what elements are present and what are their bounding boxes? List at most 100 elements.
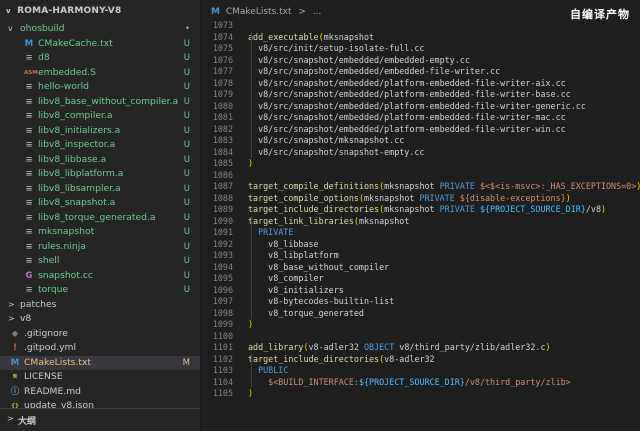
code-line[interactable]: 1099) xyxy=(201,319,640,331)
code-line[interactable]: 1089 target_include_directories(mksnapsho… xyxy=(201,204,640,216)
code-lines[interactable]: 1073 1074 add_executable(mksnapshot 1075 v8… xyxy=(201,20,640,400)
breadcrumb-separator: > xyxy=(298,7,306,17)
breadcrumb-rest[interactable]: ... xyxy=(313,7,322,17)
code-token: v8_libbase xyxy=(248,238,319,249)
code-text: target_compile_definitions(mksnapshot PR… xyxy=(248,181,640,193)
tree-item[interactable]: ≡ libv8_libplatform.a U xyxy=(0,167,200,182)
code-token: ${PROJECT_SOURCE_DIR} xyxy=(474,204,586,214)
tree-item[interactable]: ≡ libv8_initializers.a U xyxy=(0,124,200,139)
code-line[interactable]: 1081 v8/src/snapshot/embedded/platform-e… xyxy=(201,112,640,124)
tree-item[interactable]: ≡ libv8_libbase.a U xyxy=(0,153,200,168)
code-token: v8/src/snapshot/embedded/embedded-empty.… xyxy=(248,54,470,65)
tree-item[interactable]: ≡ torque U xyxy=(0,283,200,298)
git-status-badge: U xyxy=(183,96,190,107)
code-text: ) xyxy=(248,388,253,400)
code-line[interactable]: 1086 xyxy=(201,170,640,182)
code-token: target_compile_definitions xyxy=(248,181,380,191)
code-line[interactable]: 1100 xyxy=(201,331,640,343)
tree-item-label: CMakeLists.txt xyxy=(24,356,92,368)
code-line[interactable]: 1097 v8-bytecodes-builtin-list xyxy=(201,296,640,308)
tree-item[interactable]: ≡ mksnapshot U xyxy=(0,225,200,240)
explorer-sidebar: v ROMA-HARMONY-V8 v ohosbuild • M CMakeCache… xyxy=(0,0,201,431)
tree-item[interactable]: M CMakeLists.txt M xyxy=(0,355,200,370)
line-number: 1104 xyxy=(212,376,233,387)
tree-item[interactable]: ≡ libv8_torque_generated.a U xyxy=(0,211,200,226)
code-token: v8/src/snapshot/embedded/platform-embedd… xyxy=(248,100,586,111)
tree-item[interactable]: ≡ libv8_base_without_compiler.a U xyxy=(0,95,200,110)
code-token: v8_torque_generated xyxy=(248,307,364,318)
line-number: 1097 xyxy=(212,296,233,306)
code-line[interactable]: 1103 PUBLIC xyxy=(201,365,640,377)
code-line[interactable]: 1102 target_include_directories(v8-adler3… xyxy=(201,354,640,366)
code-line[interactable]: 1073 xyxy=(201,20,640,32)
line-number: 1099 xyxy=(212,319,233,329)
file-type-icon: ≡ xyxy=(25,169,33,179)
code-token: mksnapshot xyxy=(384,204,440,214)
code-line[interactable]: 1088 target_compile_options(mksnapshot PR… xyxy=(201,193,640,205)
code-line[interactable]: 1104 $<BUILD_INTERFACE:${PROJECT_SOURCE_… xyxy=(201,377,640,389)
code-token: ) xyxy=(248,319,254,329)
file-type-icon: ⓘ xyxy=(10,386,20,397)
tree-item-label: CMakeCache.txt xyxy=(38,37,113,49)
outline-section[interactable]: > 大纲 xyxy=(0,408,200,431)
code-token: v8/src/init/setup-isolate-full.cc xyxy=(248,43,425,53)
code-editor[interactable]: M CMakeLists.txt > ... 自编译产物 1073 1074 add… xyxy=(201,0,640,431)
line-number: 1087 xyxy=(212,181,233,191)
explorer-root-title[interactable]: v ROMA-HARMONY-V8 xyxy=(0,0,200,22)
code-text: v8_libbase xyxy=(248,238,319,251)
code-line[interactable]: 1091 PRIVATE xyxy=(201,227,640,239)
code-line[interactable]: 1082 v8/src/snapshot/embedded/platform-e… xyxy=(201,124,640,136)
tree-item[interactable]: ! .gitpod.yml xyxy=(0,341,200,356)
tree-item[interactable]: M CMakeCache.txt U xyxy=(0,37,200,52)
tree-item[interactable]: ≡ libv8_libsampler.a U xyxy=(0,182,200,197)
tree-item[interactable]: ≡ libv8_snapshot.a U xyxy=(0,196,200,211)
code-token: ) xyxy=(545,342,551,352)
code-line[interactable]: 1087 target_compile_definitions(mksnapsho… xyxy=(201,181,640,193)
code-line[interactable]: 1098 v8_torque_generated xyxy=(201,308,640,320)
tree-item-label: libv8_libbase.a xyxy=(38,153,107,165)
tree-item[interactable]: ⓘ README.md xyxy=(0,385,200,400)
code-line[interactable]: 1083 v8/src/snapshot/mksnapshot.cc xyxy=(201,135,640,147)
code-line[interactable]: 1074 add_executable(mksnapshot xyxy=(201,32,640,44)
tree-item[interactable]: ≡ d8 U xyxy=(0,51,200,66)
tree-item-label: libv8_libplatform.a xyxy=(38,168,124,179)
tree-item[interactable]: ≡ shell U xyxy=(0,254,200,269)
code-line[interactable]: 1101 add_library(v8-adler32 OBJECT v8/thi… xyxy=(201,342,640,354)
tree-item[interactable]: 𝕽 LICENSE xyxy=(0,370,200,385)
code-line[interactable]: 1105) xyxy=(201,388,640,400)
file-type-icon: ≡ xyxy=(25,183,33,194)
breadcrumb-file[interactable]: CMakeLists.txt xyxy=(226,7,292,17)
code-text: target_compile_options(mksnapshot PRIVAT… xyxy=(248,193,571,205)
code-token: v8_libplatform xyxy=(248,250,339,260)
tree-item[interactable]: v ohosbuild • xyxy=(0,22,200,37)
code-line[interactable]: 1090 target_link_libraries(mksnapshot xyxy=(201,216,640,228)
code-text: ) xyxy=(248,158,253,170)
tree-item[interactable]: ASM embedded.S U xyxy=(0,66,200,81)
code-token: target_include_directories xyxy=(248,204,380,214)
tree-item[interactable]: Gsnapshot.cc U xyxy=(0,269,200,284)
code-line[interactable]: 1075 v8/src/init/setup-isolate-full.cc xyxy=(201,43,640,55)
tree-item[interactable]: ≡ libv8_inspector.a U xyxy=(0,138,200,153)
cmake-file-icon: M xyxy=(211,7,220,17)
tree-item[interactable]: ◆ .gitignore xyxy=(0,327,200,342)
tree-item[interactable]: > v8 xyxy=(0,312,200,327)
code-line[interactable]: 1080 v8/src/snapshot/embedded/platform-e… xyxy=(201,101,640,113)
code-token: ) xyxy=(601,204,607,214)
code-line[interactable]: 1076 v8/src/snapshot/embedded/embedded-e… xyxy=(201,55,640,67)
code-line[interactable]: 1079 v8/src/snapshot/embedded/platform-e… xyxy=(201,89,640,101)
code-line[interactable]: 1096 v8_initializers xyxy=(201,285,640,297)
code-line[interactable]: 1077 v8/src/snapshot/embedded/embedded-f… xyxy=(201,66,640,78)
tree-item[interactable]: > patches xyxy=(0,298,200,313)
code-line[interactable]: 1093 v8_libplatform xyxy=(201,250,640,262)
code-line[interactable]: 1078 v8/src/snapshot/embedded/platform-e… xyxy=(201,78,640,90)
code-line[interactable]: 1095 v8_compiler xyxy=(201,273,640,285)
code-line[interactable]: 1094 v8_base_without_compiler xyxy=(201,262,640,274)
code-line[interactable]: 1084 v8/src/snapshot/snapshot-empty.cc xyxy=(201,147,640,159)
code-line[interactable]: 1092 v8_libbase xyxy=(201,239,640,251)
tree-item[interactable]: ≡ rules.ninja U xyxy=(0,240,200,255)
line-number: 1101 xyxy=(212,342,233,352)
code-text: v8/src/snapshot/embedded/platform-embedd… xyxy=(248,89,571,101)
tree-item[interactable]: ≡ hello-world U xyxy=(0,80,200,95)
code-line[interactable]: 1085) xyxy=(201,158,640,170)
tree-item[interactable]: ≡ libv8_compiler.a U xyxy=(0,109,200,124)
